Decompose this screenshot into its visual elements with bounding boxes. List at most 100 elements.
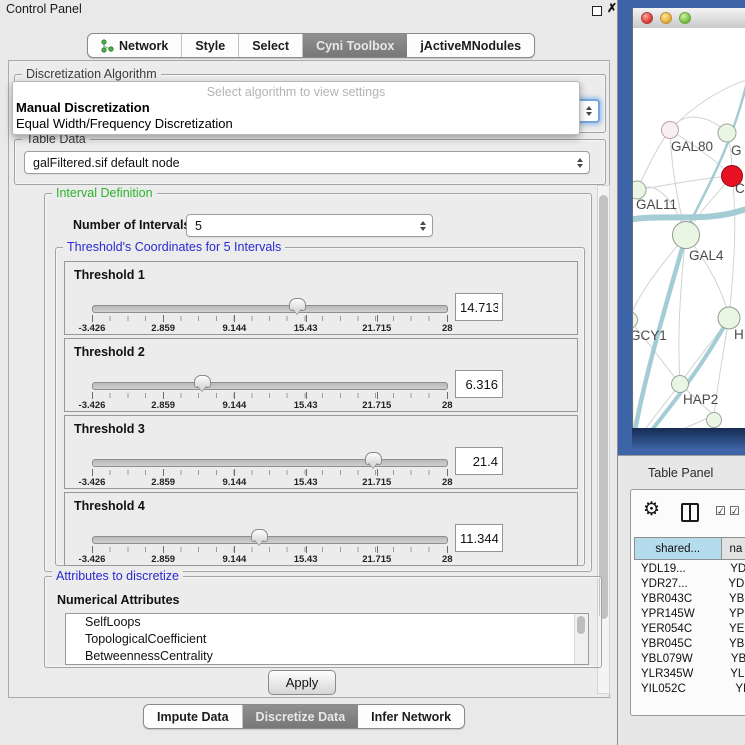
node-label: H: [734, 327, 744, 342]
column-header-name[interactable]: na: [722, 537, 745, 560]
threshold-2-panel: Threshold 2 -3.426 2.859 9.144 15.43 21.…: [64, 338, 578, 412]
list-item[interactable]: BetweennessCentrality: [66, 648, 588, 665]
node-label: GAL4: [689, 248, 724, 263]
combo-arrows-icon: [577, 158, 583, 168]
checkbox-icon[interactable]: ☑: [715, 505, 726, 517]
table-data-combo-value: galFiltered.sif default node: [33, 156, 180, 170]
slider-track[interactable]: [92, 305, 448, 313]
table-rows: YDL19...YDL1 YDR27...YDR2 YBR043CYBR0 YP…: [634, 562, 745, 695]
slider-thumb[interactable]: [365, 452, 382, 465]
node-h[interactable]: [718, 307, 740, 329]
threshold-1-value-field[interactable]: [455, 293, 503, 321]
attributes-group-label: Attributes to discretize: [52, 569, 183, 583]
threshold-4-label: Threshold 4: [74, 499, 145, 513]
network-window-titlebar[interactable]: [633, 8, 745, 29]
threshold-3-label: Threshold 3: [74, 422, 145, 436]
algorithm-dropdown-popup: Select algorithm to view settings Manual…: [12, 81, 580, 135]
table-row[interactable]: YBR045CYBR0: [634, 637, 745, 652]
table-panel-title: Table Panel: [648, 466, 713, 480]
node-label: C: [735, 181, 745, 196]
network-canvas[interactable]: GAL80 G C GAL11 GAL4 GCY1 H HAP2: [633, 28, 745, 428]
node-label: G: [731, 143, 742, 158]
combo-arrows-icon: [586, 106, 592, 116]
interval-definition-group: Interval Definition Number of Intervals …: [44, 193, 592, 572]
slider-minor-ticks: [92, 393, 446, 398]
gear-icon[interactable]: ⚙: [643, 500, 660, 519]
scrollbar-thumb[interactable]: [599, 195, 608, 619]
slider-track[interactable]: [92, 459, 448, 467]
discretization-algorithm-label: Discretization Algorithm: [22, 67, 161, 81]
node-label: GAL11: [636, 197, 677, 212]
slider-track[interactable]: [92, 382, 448, 390]
table-data-combobox[interactable]: galFiltered.sif default node: [24, 151, 590, 174]
table-panel-body: ⚙ ☑ ☑ shared... na YDL19...YDL1 YDR27...…: [630, 489, 745, 716]
node-label: GAL80: [671, 139, 713, 154]
table-row[interactable]: YBL079WYBL0: [634, 652, 745, 667]
node-g[interactable]: [718, 124, 736, 142]
thresholds-group: Threshold's Coordinates for 5 Intervals …: [55, 247, 585, 566]
threshold-1-panel: Threshold 1 -3.426 2.859 9.144 15.43 21.…: [64, 261, 578, 335]
table-row[interactable]: YLR345WYLR3: [634, 667, 745, 682]
slider-minor-ticks: [92, 316, 446, 321]
table-row[interactable]: YER054CYER0: [634, 622, 745, 637]
control-panel-tabs: Network Style Select Cyni Toolbox jActiv…: [87, 33, 535, 58]
node-gal80[interactable]: [662, 122, 679, 139]
table-row[interactable]: YBR043CYBR0: [634, 592, 745, 607]
node-table: shared... na YDL19...YDL1 YDR27...YDR2 Y…: [634, 537, 745, 715]
list-item[interactable]: TopologicalCoefficient: [66, 631, 588, 648]
table-row[interactable]: YIL052CYIL0: [634, 682, 745, 695]
tab-cyni-toolbox[interactable]: Cyni Toolbox: [303, 34, 407, 57]
network-icon: [101, 39, 114, 53]
table-row[interactable]: YDL19...YDL1: [634, 562, 745, 577]
table-header-row: shared... na: [634, 537, 745, 560]
cyni-bottom-tabs: Impute Data Discretize Data Infer Networ…: [143, 704, 465, 729]
node-gal4[interactable]: [673, 222, 700, 249]
numerical-attributes-label: Numerical Attributes: [57, 593, 179, 607]
table-row[interactable]: YPR145WYPR1: [634, 607, 745, 622]
slider-track[interactable]: [92, 536, 448, 544]
slider-thumb[interactable]: [194, 375, 211, 388]
close-icon[interactable]: ✗: [607, 1, 617, 15]
minimize-traffic-light-icon[interactable]: [660, 12, 672, 24]
tab-jactivemnodules[interactable]: jActiveMNodules: [407, 34, 534, 57]
table-panel: Table Panel ⚙ ☑ ☑ shared... na YDL19...Y…: [618, 455, 745, 745]
threshold-3-slider[interactable]: -3.426 2.859 9.144 15.43 21.715 28: [92, 452, 448, 488]
list-item[interactable]: SelfLoops: [66, 614, 588, 631]
threshold-2-slider[interactable]: -3.426 2.859 9.144 15.43 21.715 28: [92, 375, 448, 411]
network-window-shadow: [632, 428, 745, 455]
checkbox-icon[interactable]: ☑: [729, 505, 740, 517]
combo-arrows-icon: [420, 221, 426, 231]
list-scrollbar[interactable]: [574, 614, 588, 664]
float-window-icon[interactable]: [592, 6, 602, 16]
column-header-shared[interactable]: shared...: [634, 537, 722, 560]
tab-style[interactable]: Style: [182, 34, 239, 57]
tab-discretize-data[interactable]: Discretize Data: [243, 705, 359, 728]
node-gcy1[interactable]: [633, 312, 638, 329]
split-columns-icon[interactable]: [681, 503, 699, 522]
zoom-traffic-light-icon[interactable]: [679, 12, 691, 24]
algorithm-option-equal-width[interactable]: Equal Width/Frequency Discretization: [16, 116, 233, 131]
tab-network[interactable]: Network: [88, 34, 182, 57]
threshold-4-slider[interactable]: -3.426 2.859 9.144 15.43 21.715 28: [92, 529, 448, 565]
slider-thumb[interactable]: [251, 529, 268, 542]
threshold-2-value-field[interactable]: [455, 370, 503, 398]
node-label: HAP2: [683, 392, 718, 407]
network-view-window: GAL80 G C GAL11 GAL4 GCY1 H HAP2: [632, 8, 745, 428]
scrollbar-thumb[interactable]: [577, 616, 585, 634]
threshold-3-value-field[interactable]: [455, 447, 503, 475]
numerical-attributes-list: SelfLoops TopologicalCoefficient Between…: [65, 613, 589, 665]
node-hap2[interactable]: [672, 376, 689, 393]
close-traffic-light-icon[interactable]: [641, 12, 653, 24]
tab-select[interactable]: Select: [239, 34, 303, 57]
tab-impute-data[interactable]: Impute Data: [144, 705, 243, 728]
algorithm-option-manual[interactable]: Manual Discretization: [16, 100, 150, 115]
tab-infer-network[interactable]: Infer Network: [358, 705, 464, 728]
number-of-intervals-combobox[interactable]: 5: [186, 214, 433, 237]
threshold-1-slider[interactable]: -3.426 2.859 9.144 15.43 21.715 28: [92, 298, 448, 334]
slider-thumb[interactable]: [289, 298, 306, 311]
apply-button[interactable]: Apply: [268, 670, 336, 695]
thresholds-group-label: Threshold's Coordinates for 5 Intervals: [63, 240, 285, 254]
node-bottom[interactable]: [707, 413, 722, 428]
table-row[interactable]: YDR27...YDR2: [634, 577, 745, 592]
threshold-4-value-field[interactable]: [455, 524, 503, 552]
